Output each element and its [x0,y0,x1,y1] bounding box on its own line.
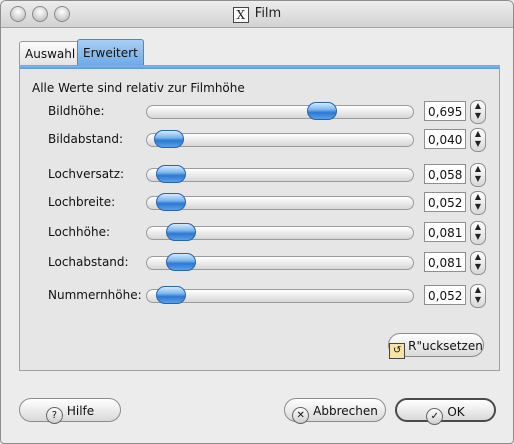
spin-arrows[interactable]: ▲ ▼ [470,163,486,187]
panel-hint-text: Alle Werte sind relativ zur Filmhöhe [32,81,245,95]
value-spinbox[interactable]: 0,052 [424,285,466,305]
cancel-icon: ✕ [292,407,310,424]
checkmark-icon: ✓ [426,408,444,425]
tab-erweitert[interactable]: Erweitert [77,39,144,66]
spin-down-icon[interactable]: ▼ [471,111,485,121]
spin-up-icon[interactable]: ▲ [471,101,485,111]
slider-track[interactable] [146,102,414,120]
spin-down-icon[interactable]: ▼ [471,232,485,242]
panel-accent-bar [20,66,499,69]
slider-thumb[interactable] [156,165,186,183]
slider-thumb[interactable] [154,130,184,148]
spin-down-icon[interactable]: ▼ [471,174,485,184]
slider-track[interactable] [146,193,414,211]
slider-label: Lochversatz: [48,167,125,181]
slider-track[interactable] [146,165,414,183]
value-spinbox[interactable]: 0,040 [424,129,466,149]
spin-up-icon[interactable]: ▲ [471,222,485,232]
spin-arrows[interactable]: ▲ ▼ [470,100,486,124]
spin-down-icon[interactable]: ▼ [471,262,485,272]
slider-track[interactable] [146,130,414,148]
spin-down-icon[interactable]: ▼ [471,202,485,212]
window-title: X Film [1,1,513,27]
spin-up-icon[interactable]: ▲ [471,252,485,262]
spin-arrows[interactable]: ▲ ▼ [470,128,486,152]
cancel-button[interactable]: ✕ Abbrechen [284,398,386,424]
slider-thumb[interactable] [156,193,186,211]
slider-thumb[interactable] [166,223,196,241]
spin-down-icon[interactable]: ▼ [471,295,485,305]
spin-up-icon[interactable]: ▲ [471,192,485,202]
spin-up-icon[interactable]: ▲ [471,285,485,295]
tab-auswahl[interactable]: Auswahl [19,41,82,66]
slider-label: Bildhöhe: [48,104,105,118]
value-spinbox[interactable]: 0,081 [424,252,466,272]
spin-arrows[interactable]: ▲ ▼ [470,191,486,215]
slider-thumb[interactable] [156,286,186,304]
slider-label: Nummernhöhe: [48,288,142,302]
value-spinbox[interactable]: 0,052 [424,192,466,212]
ok-button[interactable]: ✓ OK [395,398,496,425]
slider-thumb[interactable] [166,253,196,271]
spin-arrows[interactable]: ▲ ▼ [470,251,486,275]
slider-label: Lochabstand: [48,255,129,269]
help-icon: ? [45,407,63,424]
spin-arrows[interactable]: ▲ ▼ [470,221,486,245]
reset-icon: ↺ [389,343,406,359]
spin-arrows[interactable]: ▲ ▼ [470,284,486,308]
slider-label: Bildabstand: [48,132,124,146]
slider-track[interactable] [146,253,414,271]
x11-app-icon: X [232,7,249,23]
slider-track[interactable] [146,286,414,304]
value-spinbox[interactable]: 0,081 [424,222,466,242]
slider-thumb[interactable] [307,102,337,120]
slider-label: Lochhöhe: [48,225,110,239]
spin-up-icon[interactable]: ▲ [471,164,485,174]
help-button[interactable]: ? Hilfe [19,398,121,424]
title-bar: X Film [1,1,513,28]
spin-down-icon[interactable]: ▼ [471,139,485,149]
slider-track[interactable] [146,223,414,241]
spin-up-icon[interactable]: ▲ [471,129,485,139]
value-spinbox[interactable]: 0,695 [424,101,466,121]
value-spinbox[interactable]: 0,058 [424,164,466,184]
advanced-panel: Alle Werte sind relativ zur Filmhöhe Bil… [19,65,500,371]
slider-label: Lochbreite: [48,195,116,209]
reset-button[interactable]: ↺ R"ucksetzen [388,333,484,359]
dialog-window: X Film Auswahl Erweitert Alle Werte sind … [0,0,514,444]
